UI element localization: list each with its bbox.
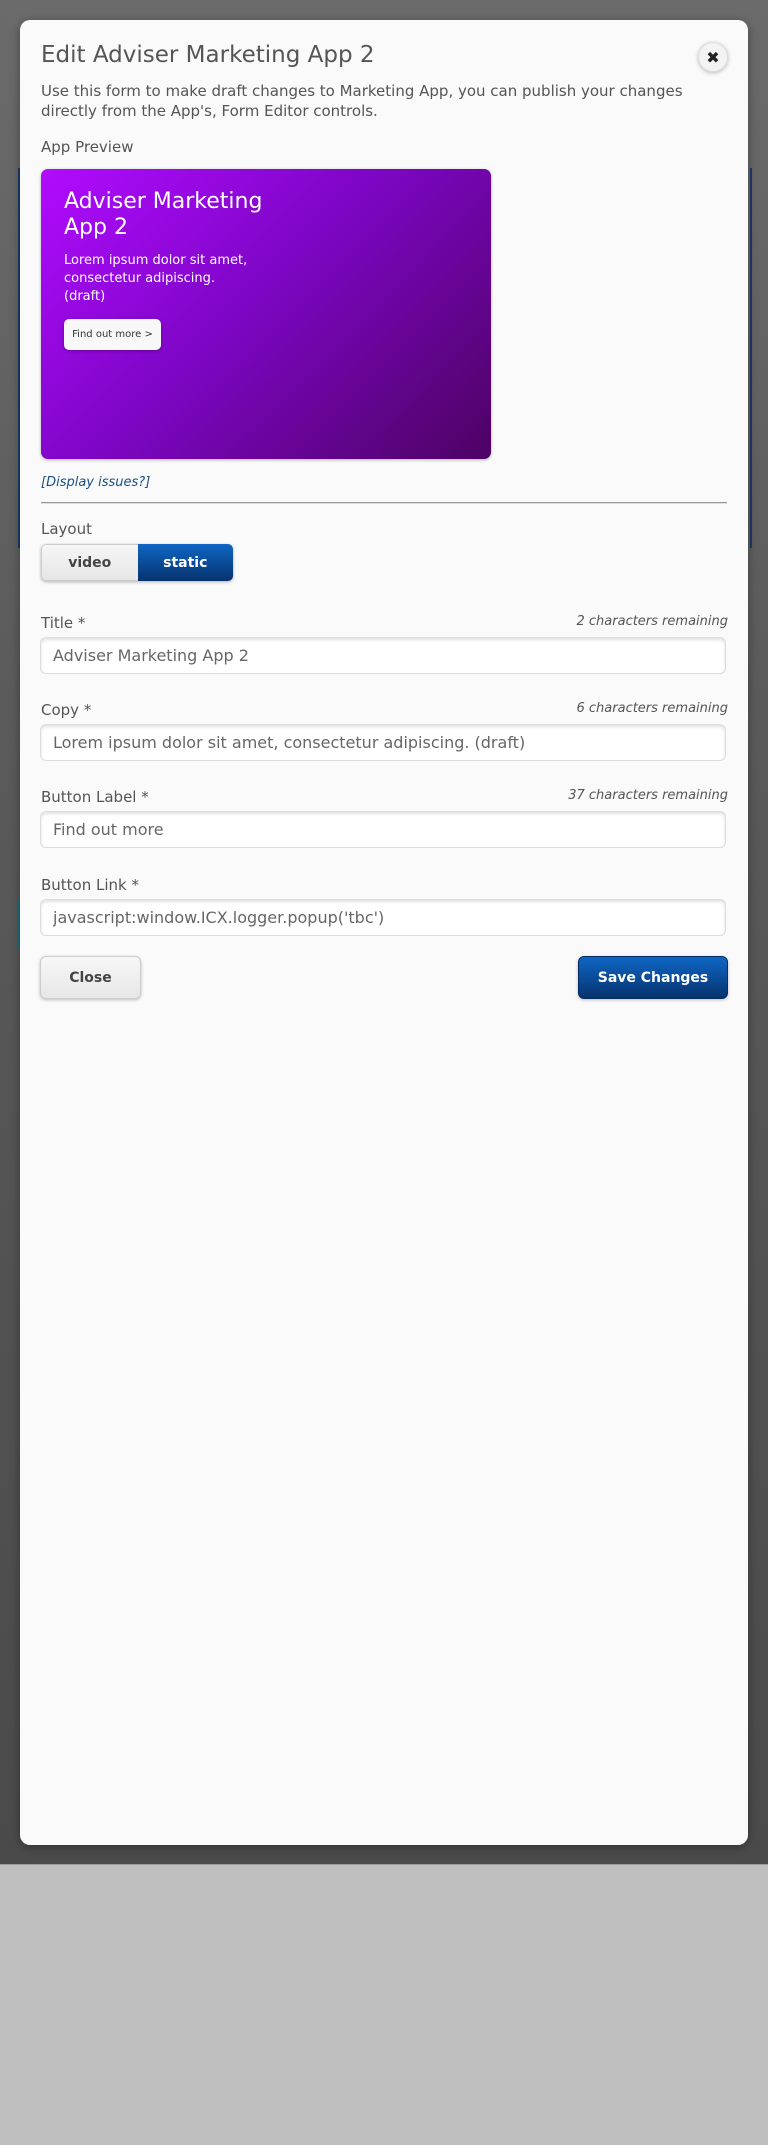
copy-input[interactable] — [40, 724, 726, 761]
button-label-field-label: Button Label * — [41, 788, 149, 806]
dialog-intro: Use this form to make draft changes to M… — [41, 82, 683, 120]
copy-characters-remaining: 6 characters remaining — [576, 701, 729, 716]
title-field-label: Title * — [41, 614, 86, 632]
display-issues-link[interactable]: [Display issues?] — [41, 475, 150, 490]
close-dialog-button[interactable]: ✖ — [698, 42, 728, 72]
close-button[interactable]: Close — [40, 956, 141, 999]
copy-field-label: Copy * — [41, 701, 92, 719]
layout-option-video[interactable]: video — [41, 544, 138, 581]
preview-title: Adviser Marketing App 2 — [64, 189, 263, 240]
layout-option-static[interactable]: static — [137, 544, 233, 581]
layout-label: Layout — [41, 520, 92, 538]
title-characters-remaining: 2 characters remaining — [576, 614, 729, 629]
layout-toggle: video static — [41, 544, 233, 581]
dialog-title: Edit Adviser Marketing App 2 — [41, 42, 375, 68]
button-label-input[interactable] — [40, 811, 726, 848]
button-label-characters-remaining: 37 characters remaining — [568, 788, 728, 803]
divider — [41, 502, 727, 504]
edit-app-dialog: Edit Adviser Marketing App 2 ✖ Use this … — [20, 20, 748, 1845]
save-changes-button[interactable]: Save Changes — [578, 956, 728, 999]
app-preview-label: App Preview — [41, 138, 134, 156]
app-preview: Adviser Marketing App 2 Lorem ipsum dolo… — [41, 169, 491, 459]
button-link-field-label: Button Link * — [41, 876, 139, 894]
preview-copy: Lorem ipsum dolor sit amet, consectetur … — [64, 253, 248, 304]
close-icon: ✖ — [706, 47, 720, 67]
preview-find-out-more-button[interactable]: Find out more > — [64, 319, 161, 350]
button-link-input[interactable] — [40, 899, 726, 936]
title-input[interactable] — [40, 637, 726, 674]
